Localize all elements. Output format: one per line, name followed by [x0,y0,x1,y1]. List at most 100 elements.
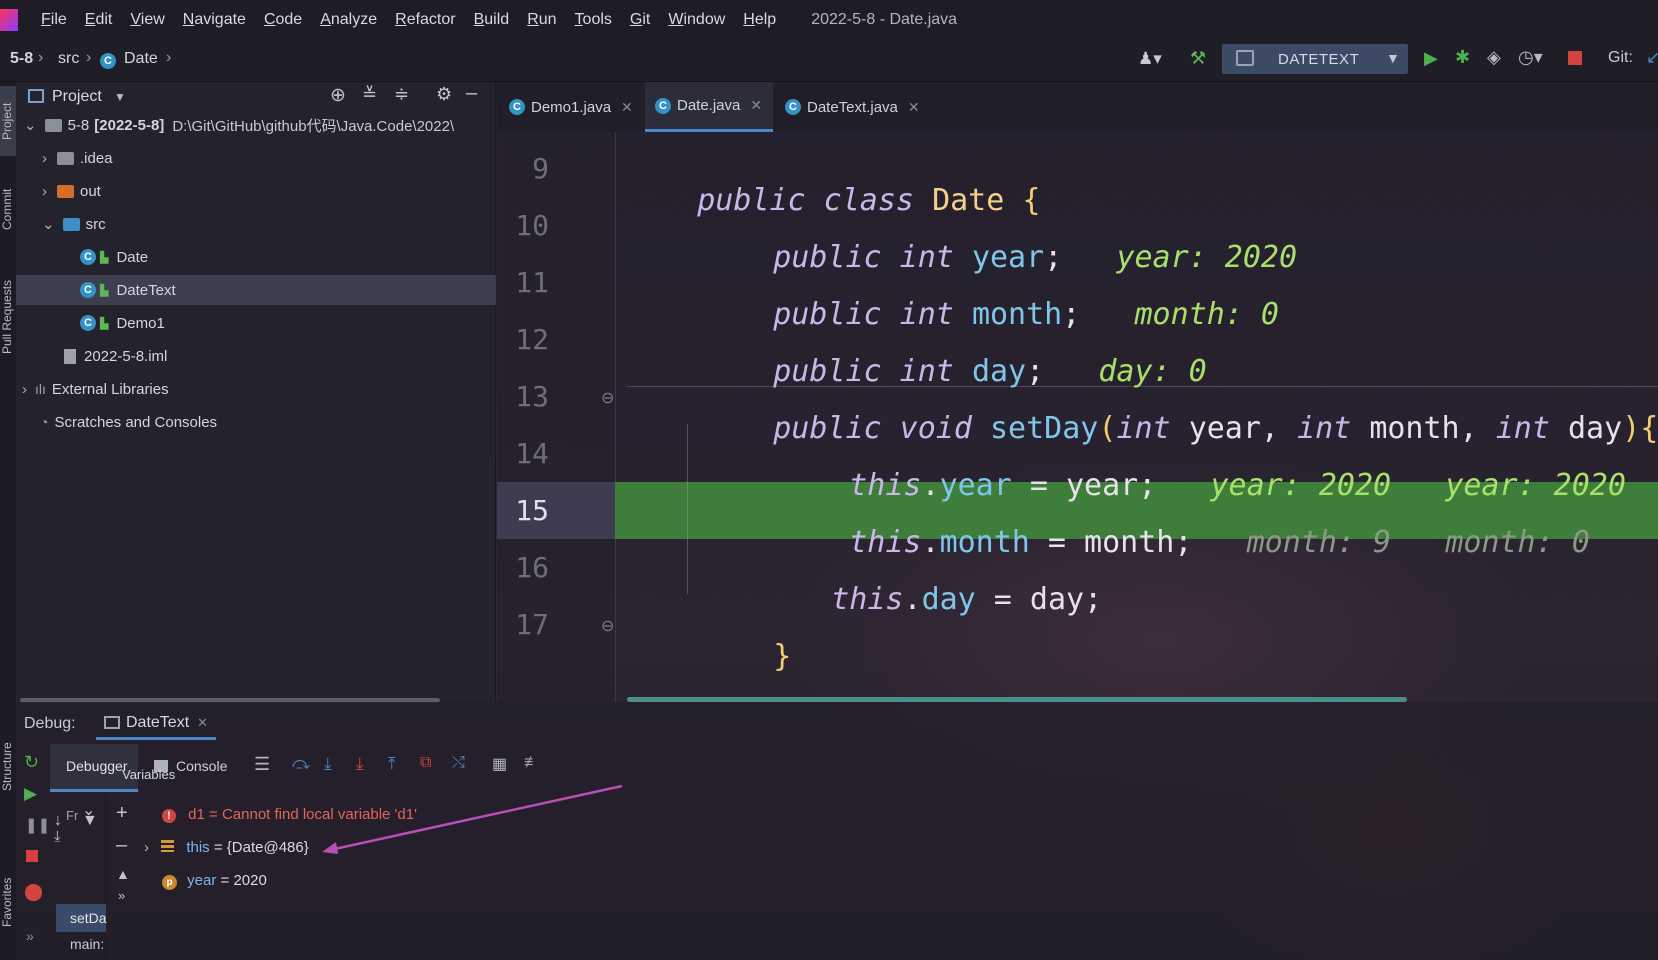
tree-item-demo1[interactable]: C ▙ Demo1 [80,308,165,338]
tree-item-scratches[interactable]: ◔ Scratches and Consoles [40,407,217,437]
step-out-icon[interactable]: ⤒ [388,754,396,774]
tab-date[interactable]: C Date.java ✕ [645,82,773,132]
line-number: 14 [515,437,549,470]
close-icon[interactable]: ✕ [197,715,208,731]
tree-item-src[interactable]: ⌄ src [42,209,106,239]
code-line-16[interactable]: this.day = day; [759,547,1102,652]
debug-bug-icon[interactable]: ✱ [1455,47,1470,68]
menu-analyze[interactable]: Analyze [311,11,386,29]
tree-item-out[interactable]: › out [42,176,101,206]
trace-stream-icon[interactable]: ≢ [524,754,540,772]
fold-icon[interactable]: ⊖ [601,388,614,408]
layout-menu-icon[interactable]: ☰ [254,754,270,775]
close-icon[interactable]: ✕ [750,97,762,114]
fold-icon[interactable]: ⊖ [601,616,614,636]
side-tab-structure[interactable]: Structure [0,722,16,812]
step-into-icon[interactable]: ⤓ [324,754,332,774]
rerun-icon[interactable]: ↻ [24,752,39,773]
close-icon[interactable]: ✕ [908,99,920,116]
menu-code[interactable]: Code [255,11,311,29]
more-icon[interactable]: » [26,928,34,944]
git-update-icon[interactable]: ↙ [1646,48,1658,68]
menu-window[interactable]: Window [659,11,734,29]
menu-tools[interactable]: Tools [566,11,621,29]
tab-demo1[interactable]: C Demo1.java ✕ [509,82,635,132]
project-panel-title[interactable]: Project [52,88,102,106]
stop-icon[interactable] [26,850,38,862]
frame-item[interactable]: main: [70,936,104,952]
menu-run[interactable]: Run [518,11,565,29]
profile-icon[interactable]: ◷▾ [1518,47,1543,68]
build-hammer-icon[interactable]: ⚒ [1190,48,1206,69]
scratches-icon: ◔ [40,414,49,430]
run-configuration-selector[interactable]: DATETEXT ▼ [1222,44,1408,74]
breadcrumb-project[interactable]: 5-8 [10,50,33,68]
tree-label: Demo1 [116,314,165,332]
variable-row-this[interactable]: › this = {Date@486} [144,839,309,856]
breadcrumb-src[interactable]: src [58,50,79,68]
add-watch-icon[interactable]: + [116,802,128,825]
evaluate-expression-icon[interactable]: ▦ [492,754,507,774]
dropdown-arrow-icon[interactable]: ▼ [114,90,126,104]
expand-all-icon[interactable]: ≚ [362,84,377,105]
tab-datetext[interactable]: C DateText.java ✕ [785,82,935,132]
tree-item-idea[interactable]: › .idea [42,143,113,173]
filter-icon[interactable]: ▼ [82,812,98,830]
view-breakpoints-icon[interactable]: ⬤ [24,882,43,902]
menu-refactor[interactable]: Refactor [386,11,464,29]
breadcrumb-date[interactable]: Date [124,50,158,68]
more-icon[interactable]: » [118,888,125,903]
gear-icon[interactable]: ⚙ [436,84,452,105]
chevron-right-icon[interactable]: › [144,839,149,856]
tree-item-date[interactable]: C ▙ Date [80,242,148,272]
variable-row-year[interactable]: p year = 2020 [162,872,267,890]
module-file-icon [64,348,76,364]
coverage-icon[interactable]: ◈ [1487,47,1501,68]
variable-value: = 2020 [216,872,267,889]
menu-file[interactable]: File [32,11,76,29]
chevron-right-icon: › [42,182,47,200]
collapse-all-icon[interactable]: ≑ [394,84,409,105]
locate-target-icon[interactable]: ⊕ [330,84,346,107]
class-icon: C [785,99,801,115]
side-tab-favorites[interactable]: Favorites [0,862,16,942]
force-step-into-icon[interactable]: ⤓ [356,754,364,774]
resume-icon[interactable]: ▶ [24,784,37,804]
pause-icon[interactable]: ❚❚ [25,816,50,834]
menu-navigate[interactable]: Navigate [174,11,255,29]
step-over-icon[interactable]: ⤼ [292,754,310,774]
move-up-icon[interactable]: ▲ [116,866,130,882]
menu-git[interactable]: Git [621,11,659,29]
chevron-down-icon: ⌄ [42,216,55,233]
stop-icon[interactable] [1568,51,1582,65]
close-icon[interactable]: ✕ [621,99,633,116]
minimize-icon[interactable]: – [466,82,477,105]
variables-title: Variables [122,767,176,782]
drop-frame-icon[interactable]: ⧉ [420,754,431,772]
download-icon[interactable]: ↓ [54,812,62,830]
side-tab-project[interactable]: Project [0,86,16,156]
variable-value: = {Date@486} [209,839,309,856]
tree-root[interactable]: ⌄ 5-8 [2022-5-8] D:\Git\GitHub\github代码\… [16,110,496,140]
line-number: 13 [515,380,549,413]
menu-build[interactable]: Build [465,11,519,29]
frame-item[interactable]: setDa [70,910,107,926]
menu-edit[interactable]: Edit [76,11,122,29]
menu-view[interactable]: View [121,11,173,29]
debug-session-tab[interactable]: DateText ✕ [96,708,217,740]
remove-watch-icon[interactable]: – [116,834,127,857]
tree-label: 2022-5-8.iml [84,347,168,365]
root-path: D:\Git\GitHub\github代码\Java.Code\2022\ [172,117,455,135]
menu-help[interactable]: Help [734,11,785,29]
thread-filter-icon[interactable]: ⤓ [54,828,61,845]
tree-item-iml[interactable]: 2022-5-8.iml [64,341,167,371]
run-to-cursor-icon[interactable]: ⤭ [452,754,465,772]
side-tab-commit[interactable]: Commit [0,174,16,244]
code-line-17[interactable]: } [701,604,791,709]
side-tab-pull-requests[interactable]: Pull Requests [0,262,16,372]
application-icon [104,716,120,729]
run-icon[interactable]: ▶ [1424,48,1438,69]
tree-item-external-libraries[interactable]: › ılı External Libraries [22,374,169,404]
user-icon[interactable]: ♟▾ [1138,49,1162,69]
tree-item-datetext[interactable]: C ▙ DateText [16,275,496,305]
